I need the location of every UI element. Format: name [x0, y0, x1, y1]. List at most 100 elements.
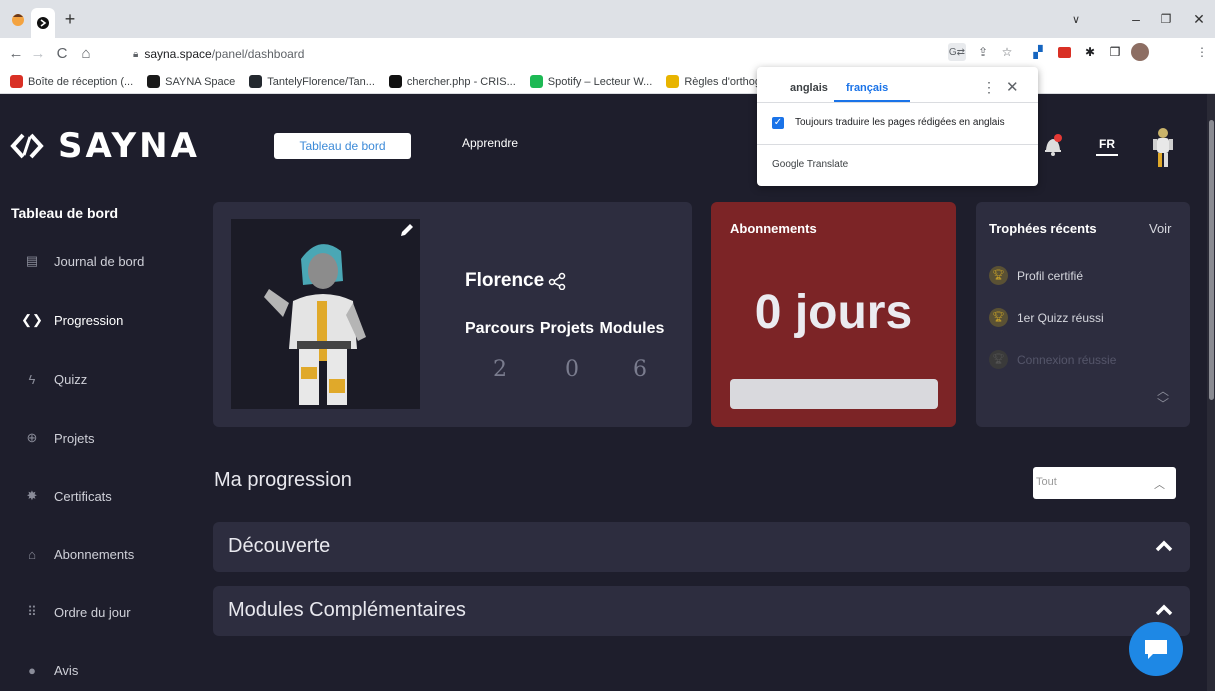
translate-tab-target[interactable]: français — [846, 82, 888, 94]
sayna-logo[interactable]: SAYNA — [10, 125, 230, 167]
chrome-menu-button[interactable]: ⋮ — [1193, 43, 1211, 61]
bookmark-favicon-icon — [10, 75, 23, 88]
restore-icon: ❐ — [1160, 12, 1172, 26]
medal-icon: ✸ — [26, 488, 38, 503]
character-portrait — [264, 244, 366, 405]
translate-close-button[interactable]: ✕ — [1006, 78, 1019, 96]
chevron-up-icon[interactable] — [1154, 536, 1174, 556]
sidebar-item-avis[interactable]: ● Avis — [24, 662, 78, 678]
translate-tab-source[interactable]: anglais — [790, 82, 828, 94]
bookmark-item[interactable]: TantelyFlorence/Tan... — [249, 75, 375, 88]
home-icon: ⌂ — [81, 44, 91, 62]
sidebar-item-certificats[interactable]: ✸ Certificats — [24, 488, 112, 504]
sidebar-item-label: Projets — [54, 430, 95, 446]
nav-dashboard-button[interactable]: Tableau de bord — [274, 133, 411, 159]
tab-search-button[interactable]: ∨ — [1065, 8, 1087, 30]
arrow-right-icon: → — [30, 44, 46, 62]
nav-learn-link[interactable]: Apprendre — [462, 136, 518, 150]
bookmark-item[interactable]: Boîte de réception (... — [10, 75, 133, 88]
star-icon: ☆ — [1001, 45, 1013, 59]
sidebar-item-label: Abonnements — [54, 546, 135, 562]
active-tab[interactable] — [31, 8, 55, 38]
bookmark-item[interactable]: chercher.php - CRIS... — [388, 75, 516, 88]
bookmark-label: Spotify – Lecteur W... — [547, 75, 653, 88]
forward-button[interactable]: → — [28, 42, 48, 64]
language-selector[interactable]: FR — [1096, 137, 1118, 156]
share-icon[interactable] — [548, 272, 566, 290]
scrollbar-thumb[interactable] — [1209, 120, 1214, 400]
bell-icon — [1045, 134, 1062, 156]
minimize-button[interactable]: – — [1125, 8, 1147, 30]
extension-bird-icon: ▞ — [1033, 45, 1043, 59]
url-path: /panel/dashboard — [211, 47, 305, 61]
pencil-icon — [401, 224, 413, 236]
always-translate-checkbox[interactable]: ✓ — [772, 117, 784, 129]
divider — [757, 102, 1038, 103]
bookmark-item[interactable]: Règles d'orthog — [666, 75, 761, 88]
modules-count: 6 — [633, 357, 647, 382]
notifications-button[interactable] — [1042, 133, 1064, 157]
profile-button[interactable] — [1131, 43, 1149, 61]
trophy-label: 1er Quizz réussi — [1017, 310, 1104, 325]
reload-button[interactable]: C — [52, 42, 72, 64]
restore-button[interactable]: ❐ — [1155, 8, 1177, 30]
accordion-title: Modules Complémentaires — [228, 599, 466, 621]
trophy-icon: 🏆︎ — [989, 350, 1008, 369]
close-window-button[interactable]: ✕ — [1188, 8, 1210, 30]
chevron-down-icon: ﹀ — [1156, 397, 1169, 411]
extension-1-button[interactable]: ▞ — [1029, 43, 1047, 61]
bookmark-item[interactable]: SAYNA Space — [147, 75, 235, 88]
extension-2-button[interactable] — [1055, 43, 1073, 61]
user-avatar[interactable] — [1150, 126, 1176, 170]
sidebar-item-progression[interactable]: ❮❯ Progression — [21, 312, 123, 328]
trophy-label: Connexion réussie — [1017, 352, 1117, 367]
bookmark-label: Règles d'orthog — [684, 75, 762, 88]
subscriptions-days: 0 jours — [754, 286, 913, 339]
trophy-label: Profil certifié — [1017, 268, 1084, 283]
trophy-icon: 🏆︎ — [989, 266, 1008, 285]
accordion-section[interactable] — [213, 522, 1190, 572]
sidebar-item-ordre-du-jour[interactable]: ⠿ Ordre du jour — [24, 604, 131, 620]
sidebar-item-projets[interactable]: ⊕ Projets — [24, 430, 95, 446]
address-bar[interactable]: 🔒︎ sayna.space/panel/dashboard — [125, 42, 1005, 66]
edit-profile-button[interactable] — [398, 221, 416, 239]
projets-count: 0 — [565, 357, 579, 382]
extensions-button[interactable]: ✱ — [1081, 43, 1099, 61]
sidebar-item-journal-de-bord[interactable]: ▤ Journal de bord — [24, 253, 145, 269]
avatar-character-icon — [1153, 128, 1173, 167]
home-button[interactable]: ⌂ — [76, 42, 96, 64]
trophies-see-all-link[interactable]: Voir — [1149, 221, 1171, 236]
bookmark-item[interactable]: Spotify – Lecteur W... — [529, 75, 653, 88]
target-icon: ⊕ — [26, 430, 38, 445]
arrow-left-icon: ← — [8, 44, 24, 62]
accordion-title: Découverte — [228, 535, 331, 557]
subscriptions-progress-bar — [730, 379, 938, 409]
grid-icon: ⠿ — [27, 604, 37, 619]
sidebar-item-quizz[interactable]: ϟ Quizz — [24, 371, 88, 387]
puzzle-icon: ✱ — [1084, 45, 1096, 59]
share-icon: ⇪ — [977, 45, 989, 59]
sidebar-item-abonnements[interactable]: ⌂ Abonnements — [24, 546, 134, 562]
translate-options-button[interactable]: ⋮ — [982, 79, 996, 96]
share-button[interactable]: ⇪ — [974, 43, 992, 61]
trophies-scroll-control[interactable]: ︿ ﹀ — [1155, 385, 1171, 415]
chevron-up-icon[interactable] — [1154, 600, 1174, 620]
profile-stats-labels: Parcours Projets Modules — [465, 320, 665, 337]
sidebar-title: Tableau de bord — [11, 205, 119, 221]
sayna-tab-icon — [37, 17, 49, 29]
favicon-tab-icon[interactable] — [7, 8, 29, 30]
sidebar-item-label: Ordre du jour — [54, 604, 131, 620]
chevron-up-icon: ︿ — [1156, 384, 1169, 398]
divider — [757, 144, 1038, 145]
always-translate-label: Toujours traduire les pages rédigées en … — [795, 117, 1005, 128]
back-button[interactable]: ← — [6, 42, 26, 64]
chevron-down-icon: ∨ — [1071, 13, 1081, 26]
bookmark-star-button[interactable]: ☆ — [998, 43, 1016, 61]
subscriptions-title: Abonnements — [730, 221, 817, 236]
translate-button[interactable]: G⇄ — [948, 43, 966, 61]
side-panel-button[interactable]: ❒ — [1106, 43, 1124, 61]
filter-value: Tout — [1036, 476, 1057, 488]
new-tab-button[interactable]: + — [59, 8, 81, 30]
chat-button[interactable] — [1129, 622, 1183, 676]
bookmark-label: chercher.php - CRIS... — [406, 75, 516, 88]
